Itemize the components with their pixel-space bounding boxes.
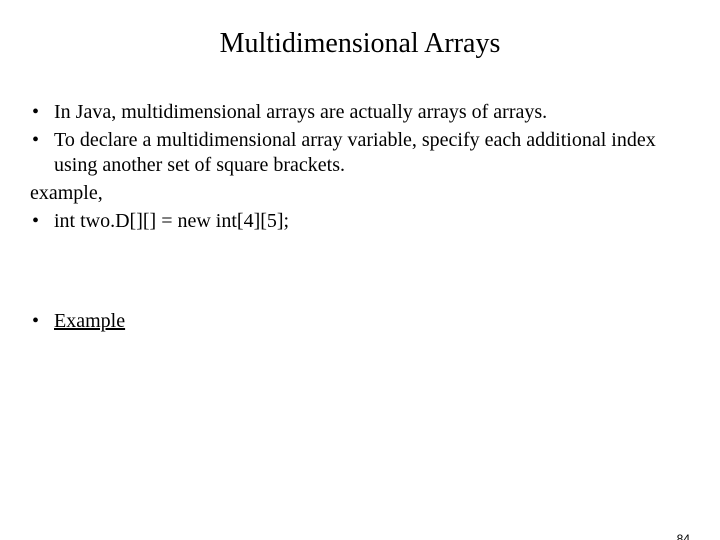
- spacer: [30, 237, 680, 309]
- example-label: example,: [30, 181, 680, 206]
- bullet-item: • Example: [30, 309, 680, 334]
- bullet-text: In Java, multidimensional arrays are act…: [54, 100, 680, 125]
- bullet-text: int two.D[][] = new int[4][5];: [54, 209, 680, 234]
- page-number: 84: [677, 532, 690, 540]
- bullet-item: • To declare a multidimensional array va…: [30, 128, 680, 178]
- slide-title: Multidimensional Arrays: [0, 28, 720, 60]
- bullet-dot-icon: •: [30, 209, 54, 234]
- example-link[interactable]: Example: [54, 310, 125, 332]
- bullet-text: To declare a multidimensional array vari…: [54, 128, 680, 178]
- slide: Multidimensional Arrays • In Java, multi…: [0, 28, 720, 540]
- bullet-dot-icon: •: [30, 309, 54, 334]
- bullet-item: • int two.D[][] = new int[4][5];: [30, 209, 680, 234]
- slide-body: • In Java, multidimensional arrays are a…: [0, 100, 720, 334]
- bullet-dot-icon: •: [30, 128, 54, 153]
- bullet-link[interactable]: Example: [54, 309, 680, 334]
- bullet-dot-icon: •: [30, 100, 54, 125]
- bullet-item: • In Java, multidimensional arrays are a…: [30, 100, 680, 125]
